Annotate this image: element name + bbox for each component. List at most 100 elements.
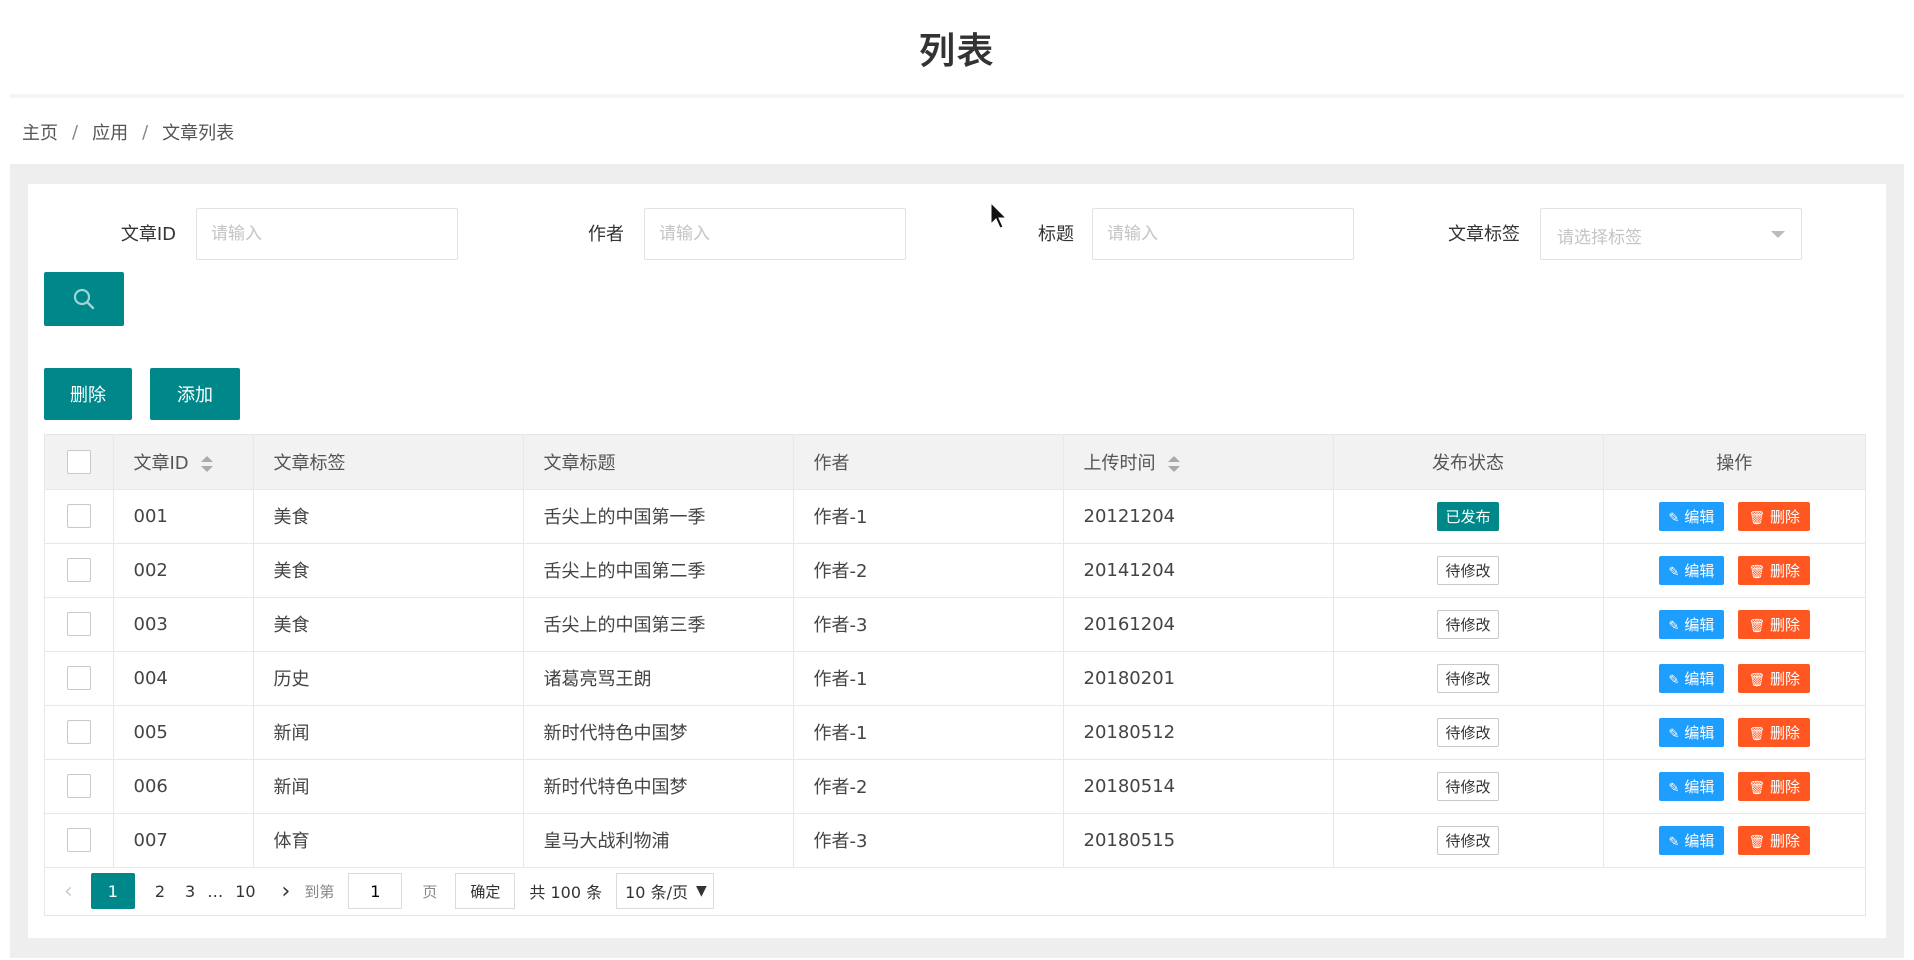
breadcrumb-home[interactable]: 主页	[22, 119, 58, 145]
cell-actions: ✎ 编辑 🗑 删除	[1603, 705, 1865, 760]
header-actions: 操作	[1603, 435, 1865, 490]
header-divider	[10, 94, 1904, 98]
status-badge: 待修改	[1437, 609, 1499, 639]
delete-button[interactable]: 🗑 删除	[1738, 663, 1810, 693]
row-select-cell[interactable]	[45, 651, 114, 706]
filter-author-label: 作者	[588, 224, 624, 245]
row-select-cell[interactable]	[45, 543, 114, 598]
pencil-icon: ✎	[1668, 510, 1680, 526]
table-row: 001 美食 舌尖上的中国第一季 作者-1 20121204 已发布 ✎ 编辑 🗑 删除	[45, 489, 1865, 544]
cell-article-tag: 美食	[253, 597, 524, 652]
cell-article-id: 001	[113, 489, 254, 544]
cell-actions: ✎ 编辑 🗑 删除	[1603, 543, 1865, 598]
page-size-select[interactable]: 10 条/页 ▼	[616, 873, 714, 909]
filter-id-label: 文章ID	[120, 224, 176, 245]
breadcrumb-separator: /	[142, 121, 149, 143]
filter-id-input[interactable]	[196, 208, 458, 260]
edit-button[interactable]: ✎ 编辑	[1658, 663, 1725, 693]
row-checkbox[interactable]	[66, 612, 91, 636]
sort-icon[interactable]	[1167, 455, 1180, 473]
table-header-row: 文章ID 文章标签 文章标题 作者 上传时间 发布状态 操作	[45, 435, 1865, 490]
header-upload-time[interactable]: 上传时间	[1063, 435, 1334, 490]
row-checkbox[interactable]	[66, 666, 91, 690]
cell-upload-time: 20161204	[1063, 597, 1334, 652]
pencil-icon: ✎	[1668, 780, 1680, 796]
cell-status: 待修改	[1333, 543, 1604, 598]
filter-title-label: 标题	[1038, 224, 1074, 245]
delete-button[interactable]: 🗑 删除	[1738, 555, 1810, 585]
trash-icon: 🗑	[1748, 726, 1765, 742]
cell-upload-time: 20180201	[1063, 651, 1334, 706]
edit-button[interactable]: ✎ 编辑	[1658, 717, 1725, 747]
cell-article-tag: 新闻	[253, 705, 524, 760]
edit-button[interactable]: ✎ 编辑	[1658, 825, 1725, 855]
breadcrumb-current: 文章列表	[162, 123, 235, 144]
filter-title-input[interactable]	[1092, 208, 1354, 260]
row-checkbox[interactable]	[66, 504, 91, 528]
search-icon	[73, 288, 95, 310]
breadcrumb-separator: /	[72, 121, 79, 143]
table-row: 004 历史 诸葛亮骂王朗 作者-1 20180201 待修改 ✎ 编辑 🗑 删除	[45, 651, 1865, 706]
row-checkbox[interactable]	[66, 774, 91, 798]
row-select-cell[interactable]	[45, 813, 114, 868]
chevron-down-icon	[1771, 231, 1785, 238]
row-checkbox[interactable]	[66, 558, 91, 582]
cell-article-tag: 历史	[253, 651, 524, 706]
cell-article-title: 舌尖上的中国第二季	[523, 543, 794, 598]
page-2-button[interactable]: 2	[155, 882, 165, 901]
goto-label: 到第	[304, 882, 335, 901]
select-all-checkbox[interactable]	[66, 449, 91, 474]
header-author: 作者	[793, 435, 1064, 490]
cell-article-tag: 体育	[253, 813, 524, 868]
sort-icon[interactable]	[200, 455, 213, 473]
goto-page-input[interactable]	[348, 873, 403, 909]
delete-button-label: 删除	[1769, 777, 1800, 796]
status-badge: 待修改	[1437, 771, 1499, 801]
cell-upload-time: 20180512	[1063, 705, 1334, 760]
row-select-cell[interactable]	[45, 705, 114, 760]
delete-button-label: 删除	[1769, 615, 1800, 634]
delete-button-label: 删除	[1769, 723, 1800, 742]
delete-button[interactable]: 🗑 删除	[1738, 717, 1810, 747]
page-3-button[interactable]: 3	[185, 882, 195, 901]
delete-button-label: 删除	[1769, 561, 1800, 580]
delete-button[interactable]: 🗑 删除	[1738, 771, 1810, 801]
cell-article-title: 新时代特色中国梦	[523, 759, 794, 814]
cell-actions: ✎ 编辑 🗑 删除	[1603, 597, 1865, 652]
trash-icon: 🗑	[1748, 780, 1765, 796]
delete-button[interactable]: 🗑 删除	[1738, 609, 1810, 639]
prev-page-button[interactable]: ‹	[64, 879, 73, 904]
goto-confirm-button[interactable]: 确定	[455, 873, 516, 909]
filter-author-input[interactable]	[644, 208, 906, 260]
header-article-id[interactable]: 文章ID	[113, 435, 254, 490]
mouse-cursor-icon	[990, 202, 1008, 229]
cell-article-title: 皇马大战利物浦	[523, 813, 794, 868]
cell-author: 作者-3	[793, 597, 1064, 652]
edit-button[interactable]: ✎ 编辑	[1658, 609, 1725, 639]
add-button[interactable]: 添加	[150, 368, 240, 420]
pencil-icon: ✎	[1668, 618, 1680, 634]
edit-button[interactable]: ✎ 编辑	[1658, 501, 1725, 531]
cell-actions: ✎ 编辑 🗑 删除	[1603, 813, 1865, 868]
pencil-icon: ✎	[1668, 564, 1680, 580]
row-checkbox[interactable]	[66, 828, 91, 852]
row-select-cell[interactable]	[45, 489, 114, 544]
table-row: 003 美食 舌尖上的中国第三季 作者-3 20161204 待修改 ✎ 编辑 🗑 删除	[45, 597, 1865, 652]
page-10-button[interactable]: 10	[235, 882, 255, 901]
row-select-cell[interactable]	[45, 597, 114, 652]
edit-button[interactable]: ✎ 编辑	[1658, 771, 1725, 801]
next-page-button[interactable]: ›	[282, 879, 291, 904]
search-button[interactable]	[44, 272, 124, 326]
bulk-delete-button[interactable]: 删除	[44, 368, 132, 420]
breadcrumb-app[interactable]: 应用	[92, 119, 128, 145]
delete-button[interactable]: 🗑 删除	[1738, 501, 1810, 531]
page-1-button[interactable]: 1	[90, 873, 135, 909]
filter-tag-select[interactable]: 请选择标签	[1540, 208, 1802, 260]
row-select-cell[interactable]	[45, 759, 114, 814]
edit-button[interactable]: ✎ 编辑	[1658, 555, 1725, 585]
trash-icon: 🗑	[1748, 834, 1765, 850]
row-checkbox[interactable]	[66, 720, 91, 744]
delete-button[interactable]: 🗑 删除	[1738, 825, 1810, 855]
header-select-all[interactable]	[45, 435, 114, 490]
cell-actions: ✎ 编辑 🗑 删除	[1603, 489, 1865, 544]
